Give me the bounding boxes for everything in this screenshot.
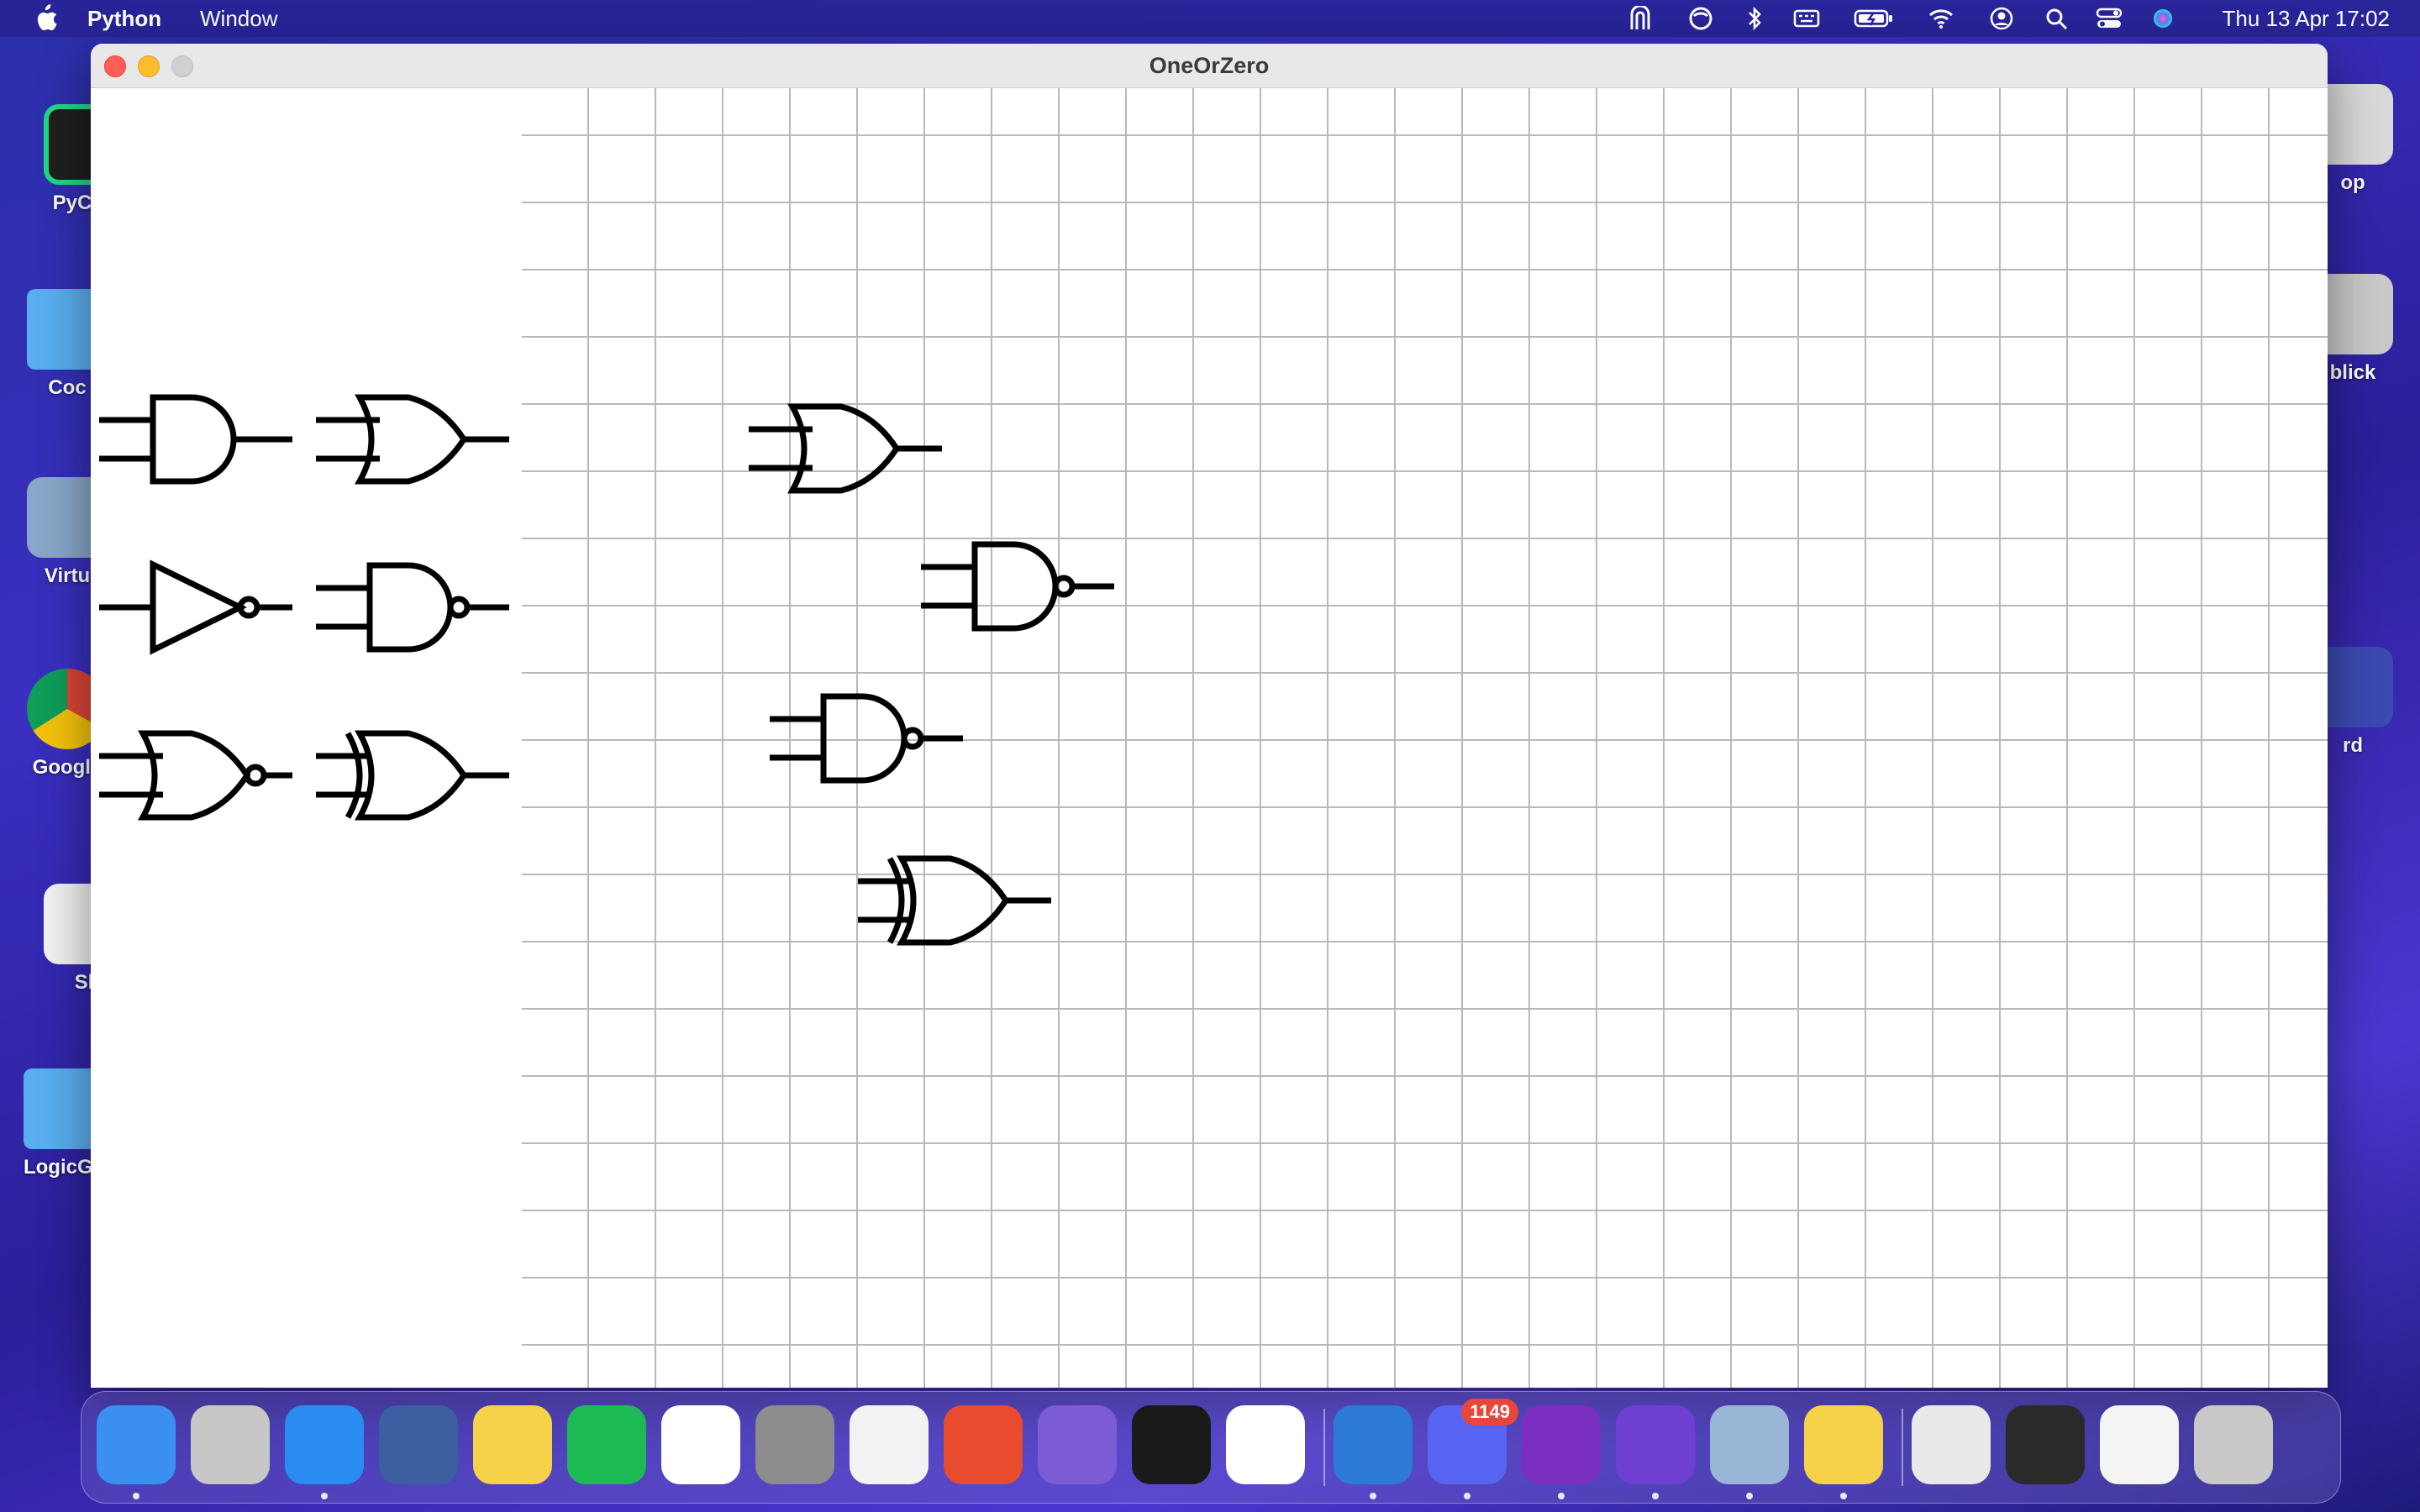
running-indicator — [1746, 1493, 1753, 1499]
desktop-icon-label: op — [2340, 171, 2365, 194]
activity-monitor-icon[interactable] — [1132, 1405, 1211, 1484]
running-indicator — [1558, 1493, 1565, 1499]
menu-clock[interactable]: Thu 13 Apr 17:02 — [2223, 6, 2390, 32]
battery-icon[interactable] — [1854, 6, 1894, 31]
wifi-icon[interactable] — [1928, 6, 1954, 31]
onenote-icon[interactable] — [1522, 1405, 1601, 1499]
trash-icon[interactable] — [2194, 1405, 2273, 1484]
preview-icon[interactable] — [1710, 1405, 1789, 1499]
palette-xor-gate[interactable] — [316, 729, 518, 822]
circuit-canvas[interactable] — [522, 88, 2328, 1388]
canvas-nand-gate[interactable] — [921, 540, 1123, 633]
palette-not-gate[interactable] — [99, 559, 301, 655]
macos-installer-icon[interactable] — [379, 1405, 458, 1484]
title-bar[interactable]: OneOrZero — [91, 44, 2328, 88]
anydesk-icon[interactable] — [944, 1405, 1023, 1484]
sync-icon[interactable] — [1687, 6, 1714, 31]
palette-or-gate[interactable] — [316, 393, 518, 486]
gate-palette — [91, 88, 521, 1388]
search-icon[interactable] — [2044, 6, 2070, 31]
apple-icon[interactable] — [30, 3, 59, 34]
control-center-icon[interactable] — [2096, 6, 2123, 31]
discord-notification-badge: 1149 — [1461, 1399, 1518, 1425]
discord-icon[interactable]: 1149 — [1428, 1399, 1518, 1499]
running-indicator — [1840, 1493, 1847, 1499]
github-icon[interactable] — [1616, 1405, 1695, 1499]
app-menu-python[interactable]: Python — [87, 6, 161, 32]
dock-separator — [1902, 1409, 1903, 1486]
running-indicator — [1370, 1493, 1376, 1499]
slack-icon[interactable] — [661, 1405, 740, 1484]
running-indicator — [1652, 1493, 1659, 1499]
window-title: OneOrZero — [1149, 53, 1270, 78]
elgato-icon[interactable] — [1627, 4, 1654, 31]
orbit-icon[interactable] — [1226, 1405, 1305, 1484]
launchpad-icon[interactable] — [191, 1405, 270, 1484]
dock-separator — [1323, 1409, 1325, 1486]
safari-icon[interactable] — [285, 1405, 364, 1499]
siri-icon[interactable] — [2149, 6, 2176, 31]
menu-window[interactable]: Window — [200, 6, 277, 32]
desktop-icon-label: blick — [2329, 361, 2376, 384]
window-thumbnail-icon[interactable] — [2006, 1405, 2085, 1484]
menu-bar: Python Window Thu 13 Apr 17:02 — [0, 0, 2420, 37]
desktop-icon-label: Coc — [48, 376, 87, 399]
spotify-icon[interactable] — [567, 1405, 646, 1484]
dock: 1149 — [81, 1391, 2341, 1504]
canvas-xor-gate[interactable] — [858, 854, 1060, 947]
palette-nand-gate[interactable] — [316, 561, 518, 654]
running-indicator — [133, 1493, 139, 1499]
canvas-or-gate[interactable] — [749, 402, 950, 495]
palette-nor-gate[interactable] — [99, 729, 301, 822]
canvas-nand-gate-2[interactable] — [770, 692, 971, 785]
obsidian-icon[interactable] — [1038, 1405, 1117, 1484]
palette-and-gate[interactable] — [99, 393, 301, 486]
system-settings-icon[interactable] — [755, 1405, 834, 1484]
notes-icon[interactable] — [473, 1405, 552, 1484]
vscode-icon[interactable] — [1334, 1405, 1413, 1499]
running-indicator — [321, 1493, 328, 1499]
desktop-icon-label: Virtu — [44, 564, 91, 587]
desktop-icon-label: rd — [2343, 734, 2363, 757]
running-indicator — [1464, 1493, 1470, 1499]
keyboard-icon[interactable] — [1793, 6, 1820, 31]
app-window: OneOrZero — [91, 44, 2328, 1388]
finder-icon[interactable] — [97, 1405, 176, 1499]
bluetooth-icon[interactable] — [1741, 6, 1768, 31]
user-icon[interactable] — [1988, 6, 2015, 31]
document-thumbnail-icon[interactable] — [2100, 1405, 2179, 1484]
chrome-icon[interactable] — [850, 1405, 929, 1484]
document-thumbnail-icon[interactable] — [1912, 1405, 1991, 1484]
cyberduck-icon[interactable] — [1804, 1405, 1883, 1499]
